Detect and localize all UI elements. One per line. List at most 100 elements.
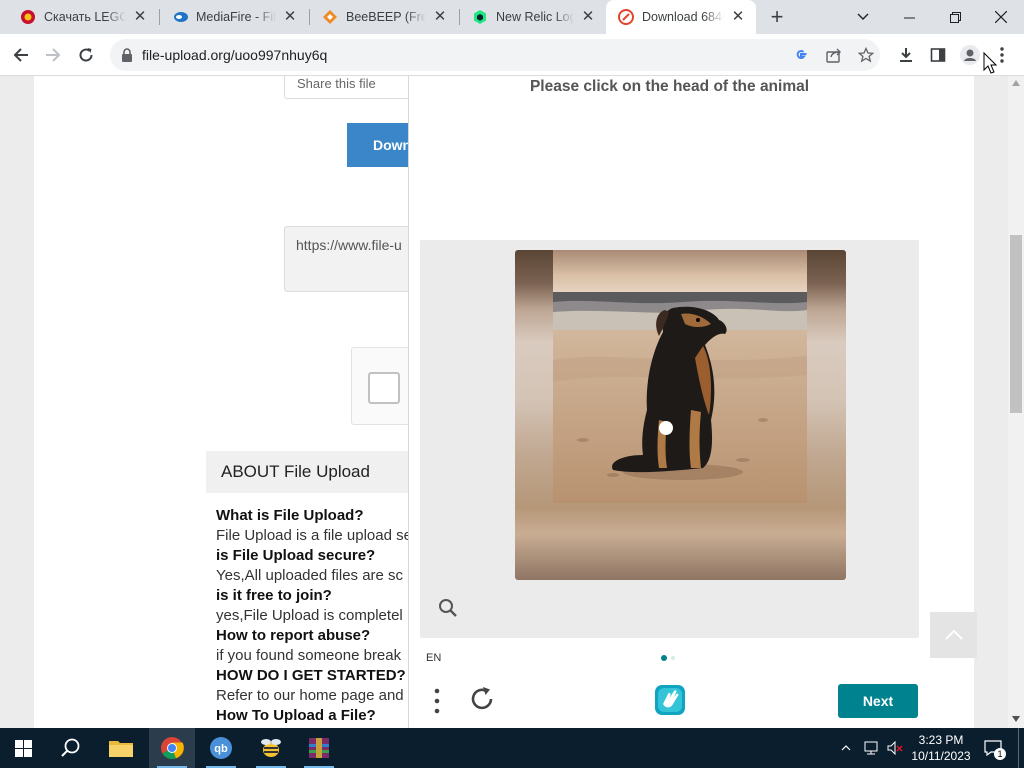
- captcha-image-area: [420, 240, 919, 638]
- avatar-icon: [960, 45, 980, 65]
- action-center-button[interactable]: 1: [978, 728, 1008, 768]
- chrome-icon: [161, 737, 184, 760]
- show-hidden-icons-button[interactable]: [836, 728, 856, 768]
- network-tray-icon[interactable]: [860, 728, 882, 768]
- close-icon: [995, 11, 1007, 23]
- mediafire-icon: [172, 9, 188, 25]
- bookmark-star-icon[interactable]: [858, 47, 874, 63]
- side-panel-button[interactable]: [922, 39, 954, 71]
- side-panel-icon: [930, 48, 946, 62]
- challenge-image[interactable]: [515, 250, 846, 580]
- url-text: file-upload.org/uoo997nhuy6q: [142, 47, 328, 63]
- close-tab-icon[interactable]: ✕: [282, 9, 298, 25]
- taskbar-clock[interactable]: 3:23 PM 10/11/2023: [908, 732, 974, 764]
- share-icon[interactable]: [826, 47, 842, 63]
- new-tab-button[interactable]: +: [764, 4, 790, 30]
- taskbar-search-button[interactable]: [48, 728, 94, 768]
- taskbar-qbittorrent[interactable]: qb: [198, 728, 244, 768]
- faq-question: is it free to join?: [216, 587, 332, 604]
- captcha-challenge: Please click on the head of the animal E…: [408, 76, 929, 728]
- taskbar-beebeep[interactable]: [248, 728, 294, 768]
- hcaptcha-logo-icon[interactable]: [652, 682, 688, 718]
- lock-icon[interactable]: [121, 48, 133, 62]
- clock-date: 10/11/2023: [911, 749, 971, 763]
- minimize-button[interactable]: [886, 0, 932, 34]
- dog-on-beach-image: [553, 250, 807, 503]
- faq-question: is File Upload secure?: [216, 547, 376, 564]
- file-link-value: https://www.file-u: [296, 237, 402, 253]
- close-tab-icon[interactable]: ✕: [432, 9, 448, 25]
- back-button[interactable]: [5, 39, 37, 71]
- close-window-button[interactable]: [978, 0, 1024, 34]
- taskbar-file-explorer[interactable]: [98, 728, 144, 768]
- refresh-icon[interactable]: [467, 684, 497, 714]
- scroll-down-arrow-icon[interactable]: [1012, 716, 1020, 722]
- page-indicator: [661, 655, 675, 661]
- tab-download-active[interactable]: Download 684C ✕: [606, 0, 756, 34]
- taskbar-chrome[interactable]: [149, 728, 195, 768]
- browser-toolbar: file-upload.org/uoo997nhuy6q: [0, 34, 1024, 76]
- profile-button[interactable]: [954, 39, 986, 71]
- restore-icon: [949, 11, 961, 23]
- minimize-icon: [903, 17, 915, 18]
- chevron-down-icon: [857, 13, 869, 20]
- volume-muted-icon: [887, 741, 903, 755]
- faq-answer: File Upload is a file upload se: [216, 527, 412, 544]
- faq-answer: Yes,All uploaded files are sc: [216, 567, 404, 584]
- tab-title: New Relic Log M: [496, 10, 574, 24]
- show-desktop-button[interactable]: [1018, 728, 1024, 768]
- tab-title: Скачать LEGO S: [44, 10, 126, 24]
- volume-tray-icon[interactable]: [884, 728, 906, 768]
- tab-lego[interactable]: Скачать LEGO S ✕: [8, 0, 158, 34]
- share-file-field[interactable]: Share this file: [284, 76, 426, 99]
- file-explorer-icon: [109, 741, 133, 757]
- tab-mediafire[interactable]: MediaFire - File ✕: [160, 0, 308, 34]
- captcha-checkbox[interactable]: [368, 372, 400, 404]
- tab-title: BeeBEEP (Free C: [346, 10, 426, 24]
- qbittorrent-icon: qb: [210, 737, 232, 759]
- file-link-textarea[interactable]: https://www.file-u: [284, 226, 426, 292]
- scroll-to-top-button[interactable]: [930, 612, 977, 658]
- reload-button[interactable]: [70, 39, 102, 71]
- close-tab-icon[interactable]: ✕: [580, 9, 596, 25]
- tab-beebeep[interactable]: BeeBEEP (Free C ✕: [310, 0, 458, 34]
- next-button[interactable]: Next: [838, 684, 918, 718]
- tab-search-button[interactable]: [840, 0, 886, 34]
- kebab-menu-icon: [1000, 47, 1004, 63]
- forward-button[interactable]: [37, 39, 69, 71]
- chevron-up-icon: [841, 745, 851, 751]
- share-field-text: Share this file: [297, 76, 376, 91]
- mouse-cursor-icon: [983, 52, 997, 74]
- search-icon[interactable]: [438, 598, 458, 618]
- downloads-button[interactable]: [890, 39, 922, 71]
- faq-question: HOW DO I GET STARTED?: [216, 667, 406, 684]
- faq-answer: Refer to our home page and: [216, 687, 404, 704]
- beebeep-icon: [322, 9, 338, 25]
- clock-time: 3:23 PM: [918, 733, 964, 747]
- scroll-up-arrow-icon[interactable]: [1012, 80, 1020, 86]
- captcha-menu-icon[interactable]: [432, 688, 442, 714]
- tab-new-relic[interactable]: New Relic Log M ✕: [460, 0, 606, 34]
- search-icon: [61, 738, 80, 757]
- restore-button[interactable]: [932, 0, 978, 34]
- svg-text:qb: qb: [214, 743, 228, 755]
- language-selector[interactable]: EN: [426, 652, 441, 664]
- start-button[interactable]: [0, 728, 46, 768]
- arrow-left-icon: [13, 48, 28, 62]
- chevron-up-icon: [944, 630, 963, 640]
- lego-star-wars-icon: [20, 9, 36, 25]
- close-tab-icon[interactable]: ✕: [132, 9, 148, 25]
- about-heading: ABOUT File Upload: [206, 451, 436, 493]
- page-dot-active: [661, 655, 667, 661]
- tab-title: Download 684C: [642, 10, 724, 24]
- taskbar-winrar[interactable]: [296, 728, 342, 768]
- google-translate-icon[interactable]: [794, 48, 808, 62]
- tab-title: MediaFire - File: [196, 10, 276, 24]
- close-tab-icon[interactable]: ✕: [730, 9, 746, 25]
- download-icon: [900, 48, 912, 62]
- page-scrollbar[interactable]: [1008, 76, 1024, 728]
- scrollbar-thumb[interactable]: [1010, 235, 1022, 413]
- address-bar[interactable]: file-upload.org/uoo997nhuy6q: [110, 39, 880, 71]
- captcha-prompt: Please click on the head of the animal: [529, 78, 810, 95]
- winrar-icon: [309, 738, 329, 758]
